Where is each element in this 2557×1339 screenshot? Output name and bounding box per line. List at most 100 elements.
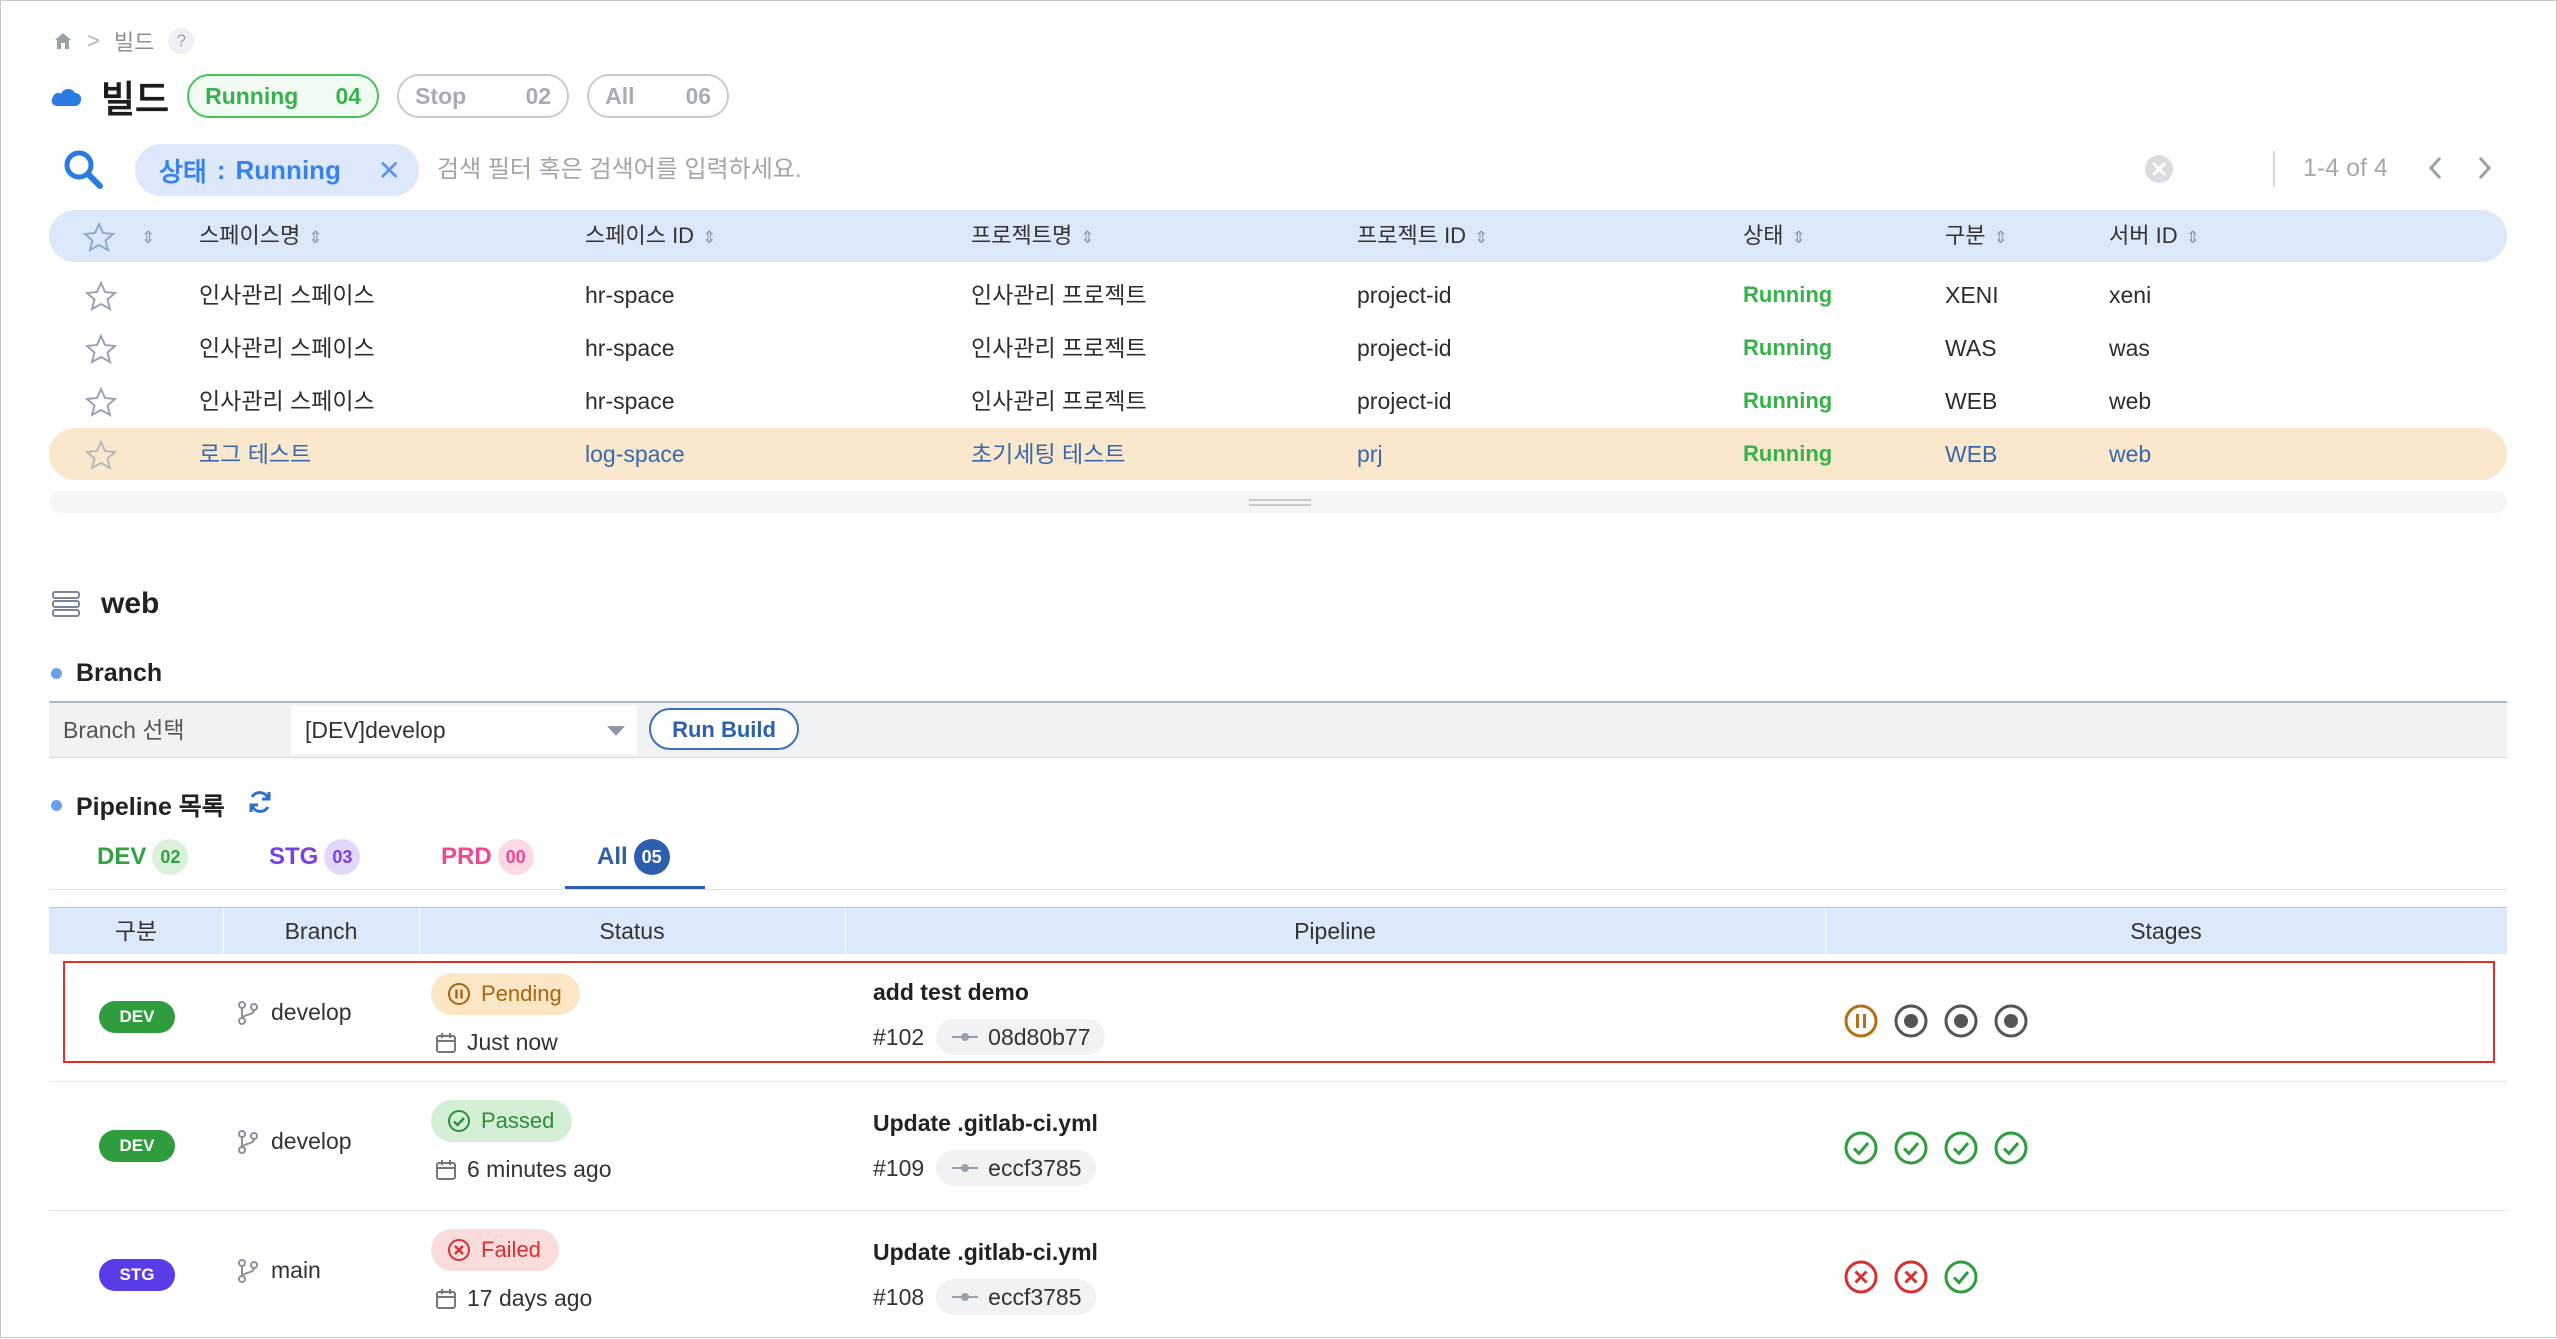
cell-project-id: project-id	[1357, 282, 1452, 308]
pipeline-section-label: Pipeline 목록	[76, 793, 225, 821]
filter-all-pill[interactable]: All 06	[587, 74, 730, 118]
server-title: web	[51, 587, 159, 621]
tab-prd[interactable]: PRD 00	[441, 827, 534, 887]
pipeline-row[interactable]: STG main Failed 17 days ago Update .gitl…	[49, 1211, 2507, 1339]
star-icon[interactable]	[85, 440, 117, 470]
bullet-icon	[51, 668, 62, 679]
chevron-down-icon	[607, 726, 625, 736]
highlight-box	[63, 961, 2495, 1063]
filter-running-pill[interactable]: Running 04	[187, 74, 380, 118]
sort-icon[interactable]: ⇕	[133, 210, 155, 262]
stage-passed-icon[interactable]	[1943, 1259, 1979, 1295]
active-tab-indicator	[565, 886, 705, 889]
branch-section-title: Branch	[51, 659, 162, 688]
col-server-id[interactable]: 서버 ID ⇕	[2109, 210, 2200, 262]
grip-icon	[1249, 499, 1311, 506]
table-row-selected[interactable]: 로그 테스트 log-space 초기세팅 테스트 prj Running WE…	[49, 428, 2507, 480]
resize-handle[interactable]	[49, 491, 2507, 513]
home-icon[interactable]	[53, 31, 73, 51]
col-space-name[interactable]: 스페이스명 ⇕	[199, 210, 322, 262]
cell-project-name: 인사관리 프로젝트	[971, 282, 1147, 308]
commit-sha[interactable]: eccf3785	[936, 1150, 1096, 1186]
bullet-icon	[51, 799, 62, 811]
star-icon[interactable]	[85, 387, 117, 417]
pipeline-number[interactable]: #108	[873, 1284, 924, 1311]
page-header: 빌드 Running 04 Stop 02 All 06	[49, 69, 730, 123]
search-icon[interactable]	[61, 147, 105, 191]
status-filter-chip[interactable]: 상태 : Running ✕	[135, 144, 419, 196]
star-icon[interactable]	[85, 334, 117, 364]
cell-server-id: xeni	[2109, 282, 2152, 308]
run-build-button[interactable]: Run Build	[649, 708, 799, 750]
tab-stg-count: 03	[324, 839, 361, 875]
help-icon[interactable]: ?	[168, 28, 195, 54]
server-title-text: web	[101, 587, 160, 620]
git-branch-icon	[238, 1129, 258, 1154]
chevron-left-icon[interactable]	[2425, 153, 2447, 183]
calendar-icon	[436, 1159, 456, 1180]
status-badge[interactable]: Passed	[431, 1100, 573, 1142]
clear-search-icon[interactable]	[2143, 153, 2175, 185]
pipeline-title[interactable]: Update .gitlab-ci.yml	[873, 1239, 1098, 1266]
commit-sha[interactable]: eccf3785	[936, 1279, 1096, 1315]
env-badge: DEV	[99, 1130, 175, 1162]
filter-stop-pill[interactable]: Stop 02	[397, 74, 570, 118]
star-icon[interactable]	[83, 222, 115, 252]
pipeline-number[interactable]: #109	[873, 1155, 924, 1182]
tab-stg[interactable]: STG 03	[269, 827, 361, 887]
tab-prd-label: PRD	[441, 843, 492, 870]
cell-status: Running	[1743, 441, 1833, 466]
cell-project-name: 초기세팅 테스트	[971, 441, 1126, 467]
close-icon[interactable]: ✕	[378, 154, 401, 187]
stage-failed-icon[interactable]	[1843, 1259, 1879, 1295]
table-row[interactable]: 인사관리 스페이스 hr-space 인사관리 프로젝트 project-id …	[49, 322, 2507, 374]
filter-all-count: 06	[685, 82, 712, 109]
stage-passed-icon[interactable]	[1993, 1130, 2029, 1166]
branch-select[interactable]: [DEV]develop	[291, 706, 637, 754]
refresh-icon[interactable]	[245, 787, 275, 817]
filter-chip-value: Running	[235, 154, 341, 185]
breadcrumb: > 빌드 ?	[53, 25, 195, 57]
search-input[interactable]	[435, 147, 2039, 193]
table-row[interactable]: 인사관리 스페이스 hr-space 인사관리 프로젝트 project-id …	[49, 375, 2507, 427]
stage-list	[1843, 1130, 2029, 1166]
stage-passed-icon[interactable]	[1893, 1130, 1929, 1166]
col-project-id[interactable]: 프로젝트 ID ⇕	[1357, 210, 1488, 262]
col-type[interactable]: 구분 ⇕	[1945, 210, 2008, 262]
chevron-right-icon[interactable]	[2473, 153, 2495, 183]
pipeline-row[interactable]: DEV develop Passed 6 minutes ago Update …	[49, 1082, 2507, 1211]
app-window: > 빌드 ? 빌드 Running 04 Stop 02 All 06 상태 :…	[0, 0, 2557, 1338]
tab-all-label: All	[597, 843, 628, 870]
stage-passed-icon[interactable]	[1843, 1130, 1879, 1166]
cell-status: Running	[1743, 388, 1833, 413]
branch-select-label: Branch 선택	[63, 717, 185, 743]
tab-all[interactable]: All 05	[597, 827, 670, 887]
branch-selected-value: [DEV]develop	[305, 717, 446, 743]
col-project-name[interactable]: 프로젝트명 ⇕	[971, 210, 1094, 262]
pipelines-table-header: 구분 Branch Status Pipeline Stages	[49, 907, 2507, 954]
stage-passed-icon[interactable]	[1943, 1130, 1979, 1166]
cell-space-name: 인사관리 스페이스	[199, 388, 375, 414]
stage-failed-icon[interactable]	[1893, 1259, 1929, 1295]
cloud-icon	[51, 88, 82, 106]
cell-server-id: web	[2109, 388, 2152, 414]
cell-project-id: prj	[1357, 441, 1383, 467]
tab-dev-label: DEV	[97, 843, 147, 870]
col-pipeline: Pipeline	[1294, 918, 1376, 944]
status-badge[interactable]: Failed	[431, 1229, 559, 1271]
time-text: 17 days ago	[467, 1285, 593, 1311]
col-status[interactable]: 상태 ⇕	[1743, 210, 1806, 262]
star-icon[interactable]	[85, 281, 117, 311]
table-row[interactable]: 인사관리 스페이스 hr-space 인사관리 프로젝트 project-id …	[49, 269, 2507, 321]
filter-stop-label: Stop	[415, 82, 467, 109]
pipeline-title[interactable]: Update .gitlab-ci.yml	[873, 1110, 1098, 1137]
col-env: 구분	[114, 918, 158, 944]
branch-cell: develop	[237, 1128, 352, 1155]
commit-icon	[952, 1293, 979, 1301]
filter-all-label: All	[605, 82, 635, 109]
col-space-id[interactable]: 스페이스 ID ⇕	[585, 210, 716, 262]
cell-project-name: 인사관리 프로젝트	[971, 335, 1147, 361]
tab-all-count: 05	[633, 839, 670, 875]
tab-dev[interactable]: DEV 02	[97, 827, 189, 887]
pagination-info: 1-4 of 4	[2303, 154, 2388, 182]
